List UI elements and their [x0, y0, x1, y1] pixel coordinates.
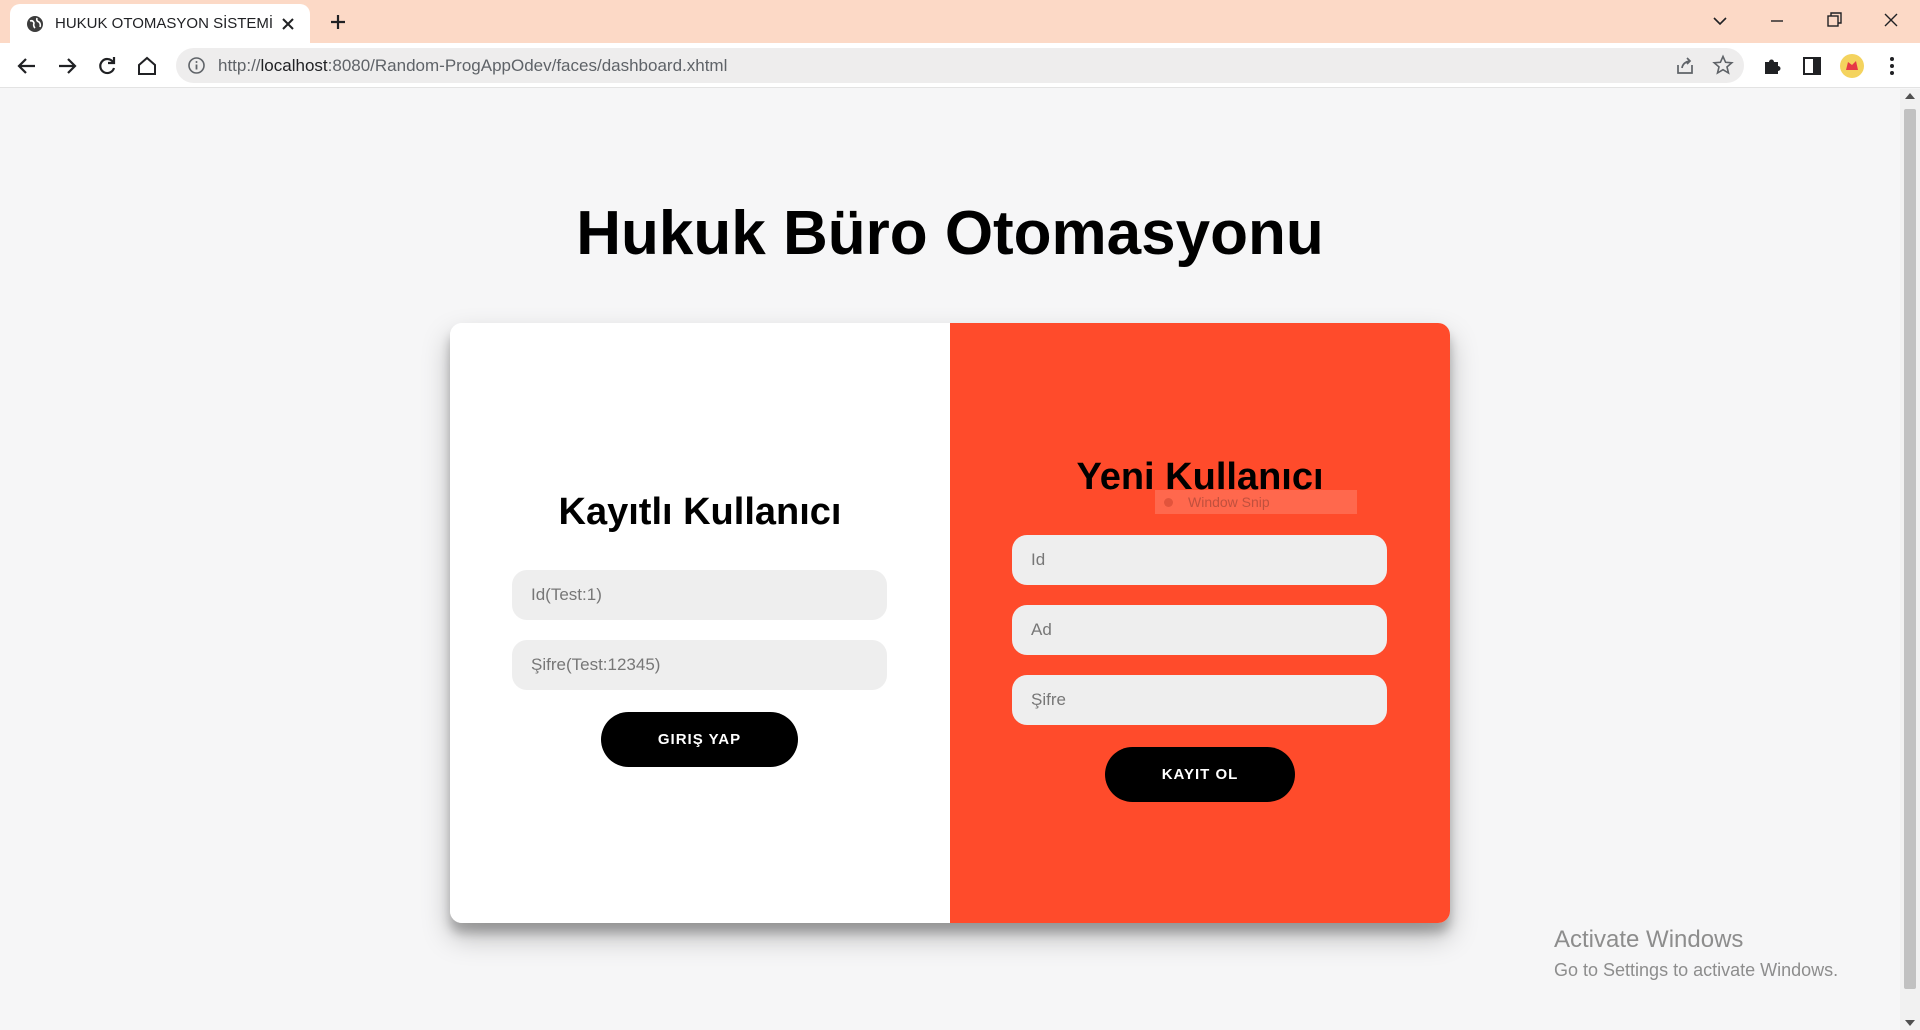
reload-icon[interactable] — [94, 53, 120, 79]
page-scrollbar[interactable] — [1900, 89, 1920, 1030]
activation-watermark-title: Activate Windows — [1554, 926, 1744, 953]
scroll-up-arrow-icon[interactable] — [1905, 93, 1915, 99]
login-button[interactable]: GIRIŞ YAP — [601, 712, 798, 767]
record-dot-icon — [1164, 498, 1173, 507]
snip-label: Window Snip — [1188, 494, 1270, 510]
minimize-icon[interactable] — [1762, 8, 1792, 34]
window-snip-overlay: Window Snip — [1155, 490, 1357, 514]
tab-strip: HUKUK OTOMASYON SİSTEMİ — [0, 0, 1920, 43]
browser-tab[interactable]: HUKUK OTOMASYON SİSTEMİ — [10, 4, 310, 43]
forward-icon[interactable] — [54, 53, 80, 79]
restore-icon[interactable] — [1819, 8, 1849, 34]
profile-avatar[interactable] — [1839, 53, 1865, 79]
close-window-icon[interactable] — [1876, 8, 1906, 34]
back-icon[interactable] — [14, 53, 40, 79]
browser-toolbar: http://localhost:8080/Random-ProgAppOdev… — [0, 43, 1920, 88]
tab-search-icon[interactable] — [1705, 8, 1735, 34]
url-text[interactable]: http://localhost:8080/Random-ProgAppOdev… — [218, 56, 727, 76]
login-id-input[interactable] — [512, 570, 887, 620]
close-tab-icon[interactable] — [278, 14, 298, 34]
url-path: :8080/Random-ProgAppOdev/faces/dashboard… — [327, 56, 728, 75]
tab-title: HUKUK OTOMASYON SİSTEMİ — [55, 15, 274, 32]
register-button[interactable]: KAYIT OL — [1105, 747, 1295, 802]
info-icon[interactable] — [187, 56, 206, 75]
share-icon[interactable] — [1674, 55, 1696, 77]
login-heading: Kayıtlı Kullanıcı — [558, 491, 842, 533]
address-bar[interactable]: http://localhost:8080/Random-ProgAppOdev… — [176, 48, 1744, 83]
url-host: localhost — [260, 56, 328, 75]
side-panel-icon[interactable] — [1799, 53, 1825, 79]
register-password-input[interactable] — [1012, 675, 1387, 725]
scrollbar-thumb[interactable] — [1904, 109, 1916, 989]
login-panel: Kayıtlı Kullanıcı GIRIŞ YAP — [450, 323, 950, 923]
url-scheme: http:// — [218, 56, 261, 75]
home-icon[interactable] — [134, 53, 160, 79]
menu-kebab-icon[interactable] — [1879, 53, 1905, 79]
auth-card: Kayıtlı Kullanıcı GIRIŞ YAP Yeni Kullanı… — [450, 323, 1450, 923]
bookmark-star-icon[interactable] — [1712, 54, 1734, 76]
page-title: Hukuk Büro Otomasyonu — [576, 199, 1324, 268]
register-id-input[interactable] — [1012, 535, 1387, 585]
register-name-input[interactable] — [1012, 605, 1387, 655]
scroll-down-arrow-icon[interactable] — [1905, 1020, 1915, 1026]
new-tab-icon[interactable] — [326, 10, 350, 34]
login-password-input[interactable] — [512, 640, 887, 690]
activation-watermark-subtitle: Go to Settings to activate Windows. — [1554, 960, 1839, 980]
extensions-puzzle-icon[interactable] — [1759, 53, 1785, 79]
globe-icon — [26, 15, 44, 33]
register-panel: Yeni Kullanıcı KAYIT OL — [950, 323, 1450, 923]
